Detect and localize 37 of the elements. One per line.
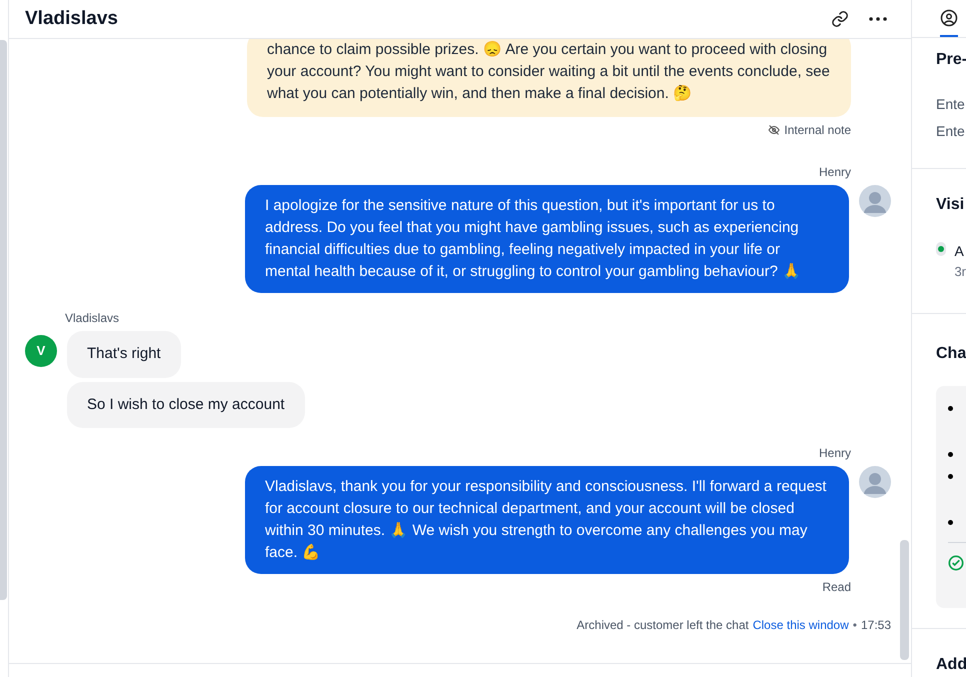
hidden-eye-icon (768, 124, 780, 136)
bullet-icon (948, 474, 953, 479)
field-label: Ente (936, 122, 966, 142)
online-status-icon (936, 242, 946, 256)
scrollbar[interactable] (0, 40, 7, 600)
bullet-icon (948, 452, 953, 457)
author-name: Henry (818, 445, 851, 462)
note-label: Internal note (784, 122, 851, 139)
more-icon[interactable] (869, 17, 887, 21)
avatar-icon (859, 466, 891, 498)
profile-tab[interactable] (940, 9, 958, 38)
timestamp: 17:53 (860, 617, 891, 634)
scrollbar[interactable] (900, 540, 909, 660)
customer-message: So I wish to close my account (67, 382, 305, 428)
close-window-link[interactable]: Close this window (752, 616, 849, 634)
bullet-icon (948, 520, 953, 525)
check-circle-icon (948, 554, 964, 571)
link-icon[interactable] (831, 10, 849, 28)
agent-message: I apologize for the sensitive nature of this question, but it's important for us to address. Do you feel that you might have gambling issues, such as experiencing financial difficulties due to gambling, feeling negatively impacted in your life or mental health because of it, or struggling to control your gambling behaviour? 🙏 (245, 185, 849, 293)
read-status: Read (822, 579, 851, 596)
agent-message: Vladislavs, thank you for your responsibility and consciousness. I'll forward a request for account closure to our technical department, and your account will be closed within 30 minutes. 🙏 We wish you strength to overcome any challenges you may face. 💪 (245, 466, 849, 574)
author-name: Henry (818, 164, 851, 181)
separator-dot: • (852, 617, 857, 634)
visitor-item: A (954, 242, 965, 261)
section-title: Add (936, 655, 966, 676)
avatar-icon (859, 185, 891, 217)
customer-message: That's right (67, 331, 181, 378)
bullet-icon (948, 406, 953, 411)
customer-avatar: V (25, 335, 57, 367)
chat-title: Vladislavs (25, 6, 118, 31)
internal-note-message: chance to claim possible prizes. 😞 Are you certain you want to proceed with closing your account? You might want to consider waiting a bit until the events conclude, see what you can potentially win, and then make a final decision. 🤔 (247, 39, 851, 117)
section-title: Visi (936, 194, 966, 215)
author-name: Vladislavs (65, 310, 120, 327)
field-label: Ente (936, 95, 966, 114)
visitor-detail: 3r (954, 262, 966, 281)
chat-status: Archived - customer left the chat (576, 617, 749, 634)
section-title: Cha (936, 344, 966, 364)
